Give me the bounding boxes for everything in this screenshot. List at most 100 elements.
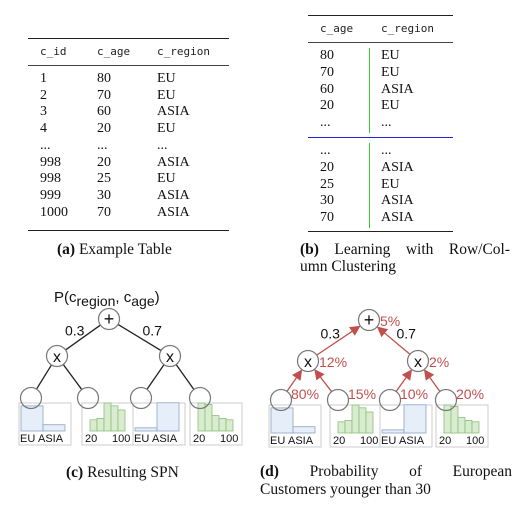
edge-weight-right: 0.7 xyxy=(143,323,163,339)
edge-product-to-leaf xyxy=(146,364,165,390)
caption-label: (d) xyxy=(260,463,279,480)
cell-c-age: ... xyxy=(320,115,331,131)
product-probability: 2% xyxy=(429,354,449,370)
edge-product-to-leaf xyxy=(175,364,195,390)
column-header-c-age: c_age xyxy=(97,45,131,58)
axis-label-asia: ASIA xyxy=(399,435,425,447)
table-top-rule xyxy=(28,38,229,39)
cell-c-age: 70 xyxy=(97,204,111,220)
cell-c-age: 20 xyxy=(97,121,111,137)
edge-weight-left: 0.3 xyxy=(321,326,341,342)
axis-label-asia: ASIA xyxy=(288,435,314,447)
spn-diagram: EU ASIA 20 100 EU ASIA 20 100+x x0.3 0.7 xyxy=(18,307,243,446)
axis-label-eu: EU xyxy=(134,433,149,445)
cell-c-region: EU xyxy=(157,87,176,103)
product-symbol: x xyxy=(414,354,422,371)
histogram-bar-age-bin xyxy=(89,419,98,432)
histogram-bar-eu xyxy=(134,427,158,432)
column-header-c-region: c_region xyxy=(157,45,210,58)
caption-a: (a) Example Table xyxy=(57,241,172,259)
cell-c-age: 80 xyxy=(320,48,334,63)
cell-c-age: ... xyxy=(320,143,331,158)
cell-c-region: ASIA xyxy=(381,81,414,97)
histogram-bar-age-bin xyxy=(337,421,346,434)
edge-weight-left: 0.3 xyxy=(65,323,85,339)
axis-label-eu: EU xyxy=(20,433,35,445)
cell-c-id: 998 xyxy=(40,154,61,170)
product-symbol: x xyxy=(166,349,174,366)
leaf-probability: 20% xyxy=(456,386,484,402)
histogram-bar-age-bin xyxy=(351,404,360,434)
cell-c-region: ASIA xyxy=(157,204,190,220)
cell-c-region: ASIA xyxy=(381,159,414,175)
leaf-probability: 80% xyxy=(291,386,319,402)
cell-c-id: 1 xyxy=(40,71,47,86)
axis-label-max-age: 100 xyxy=(112,433,130,445)
product-symbol: x xyxy=(304,354,312,371)
cell-c-region: ASIA xyxy=(157,154,190,170)
caption-text: Probability of European xyxy=(309,463,512,480)
histogram-bar-age-bin xyxy=(110,405,119,432)
cell-c-region: EU xyxy=(381,98,400,114)
axis-label-min-age: 20 xyxy=(439,435,451,447)
axis-label-min-age: 20 xyxy=(333,435,345,447)
cell-c-age: 70 xyxy=(97,87,111,103)
table-bottom-rule xyxy=(28,230,229,231)
cell-c-region: EU xyxy=(381,64,400,80)
edge-product-to-leaf xyxy=(62,364,83,390)
root-probability: 5% xyxy=(380,313,400,329)
cell-c-id: 2 xyxy=(40,87,47,103)
cell-c-age: 20 xyxy=(320,159,334,175)
cell-c-age: 80 xyxy=(97,71,111,86)
table-header-rule xyxy=(28,65,229,66)
histogram-bar-eu xyxy=(20,405,44,432)
histogram-bar-age-bin xyxy=(464,420,473,434)
column-cluster-divider xyxy=(369,48,370,133)
cell-c-id: 3 xyxy=(40,104,47,120)
histogram-bar-age-bin xyxy=(211,415,220,432)
sum-symbol: + xyxy=(364,310,375,330)
axis-label-max-age: 100 xyxy=(360,435,378,447)
caption-b-line1: (b) Learning with Row/Col- xyxy=(300,241,510,259)
row-cluster-divider xyxy=(308,137,453,138)
cell-c-region: ... xyxy=(157,137,168,153)
axis-label-asia: ASIA xyxy=(152,433,178,445)
leaf-probability: 10% xyxy=(400,386,428,402)
cell-c-region: ASIA xyxy=(381,210,414,226)
histogram-bar-age-bin xyxy=(358,407,367,434)
table-header-rule xyxy=(308,42,453,43)
column-cluster-divider xyxy=(369,143,370,228)
cell-c-age: 60 xyxy=(320,81,334,97)
axis-label-eu: EU xyxy=(270,435,285,447)
axis-label-max-age: 100 xyxy=(220,433,238,445)
cell-c-id: ... xyxy=(40,137,51,153)
cell-c-age: 20 xyxy=(320,98,334,114)
cell-c-region: ASIA xyxy=(157,104,190,120)
cell-c-region: EU xyxy=(157,71,176,86)
cell-c-id: 999 xyxy=(40,187,61,203)
cell-c-id: 4 xyxy=(40,121,47,137)
histogram-bar-age-bin xyxy=(365,411,374,434)
cell-c-age: 30 xyxy=(320,193,334,209)
leaf-probability: 15% xyxy=(348,386,376,402)
cell-c-age: 60 xyxy=(97,104,111,120)
cell-c-age: 20 xyxy=(97,154,111,170)
caption-text: Learning with Row/Col- xyxy=(334,241,510,258)
histogram-bar-age-bin xyxy=(117,409,126,432)
cell-c-id: 998 xyxy=(40,171,61,187)
cell-c-id: 1000 xyxy=(40,204,68,220)
caption-c: (c) Resulting SPN xyxy=(66,464,179,482)
caption-d-line2: Customers younger than 30 xyxy=(260,481,431,498)
axis-label-min-age: 20 xyxy=(193,433,205,445)
cell-c-age: 70 xyxy=(320,64,334,80)
sum-symbol: + xyxy=(104,309,115,329)
histogram-bar-age-bin xyxy=(457,417,466,434)
caption-label: (a) xyxy=(57,241,76,258)
histogram-bar-age-bin xyxy=(450,406,459,434)
cell-c-age: ... xyxy=(97,137,108,153)
histogram-bar-asia xyxy=(403,404,427,434)
column-header-c-region: c_region xyxy=(381,22,434,35)
axis-label-eu: EU xyxy=(381,435,396,447)
cell-c-age: 30 xyxy=(97,187,111,203)
cell-c-age: 70 xyxy=(320,210,334,226)
